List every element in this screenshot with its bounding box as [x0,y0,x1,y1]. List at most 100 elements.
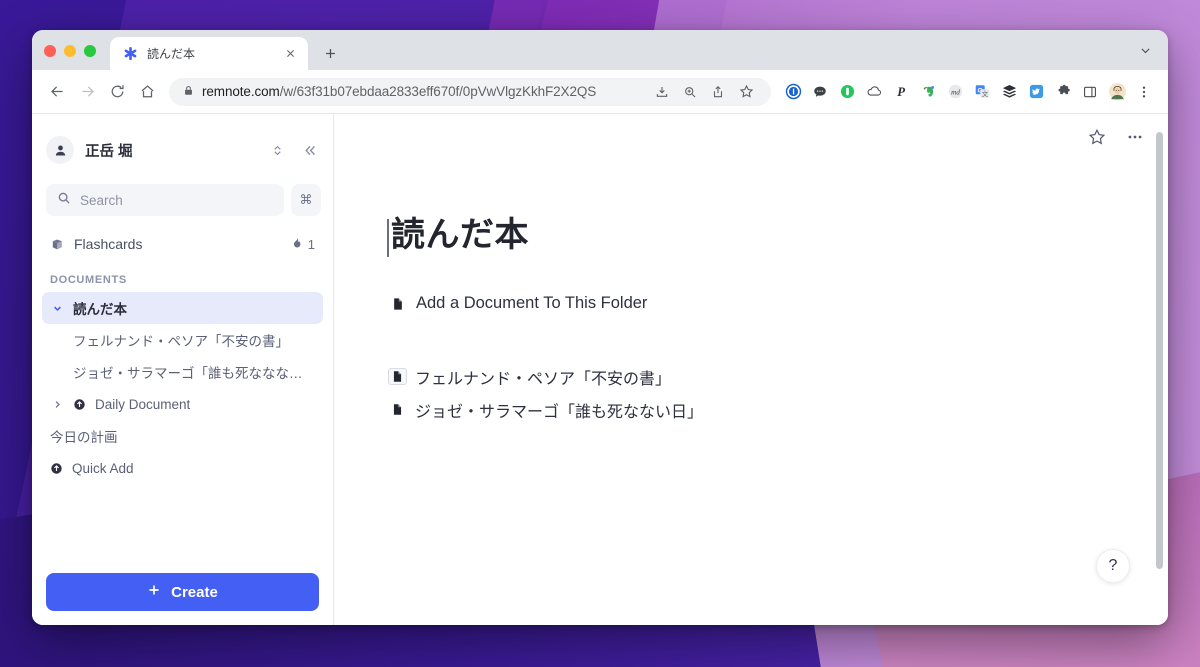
sidebar: 正岳 堀 Search ⌘ Flashcards 1 DOCUMENTS 読んだ… [32,114,334,625]
close-window-button[interactable] [44,45,56,57]
sidebar-item-label: ジョゼ・サラマーゴ「誰も死ななない… [73,366,315,381]
circle-arrow-up-icon [73,398,86,411]
create-button-label: Create [171,583,218,601]
document-icon[interactable] [388,368,407,386]
more-horizontal-icon[interactable] [1124,126,1146,148]
text-cursor [387,219,389,257]
cloud-icon[interactable] [861,79,887,105]
paypal-icon[interactable]: P [888,79,914,105]
share-icon[interactable] [705,79,731,105]
evernote-icon[interactable] [915,79,941,105]
page-title-text: 読んだ本 [391,216,529,254]
tab-title: 読んだ本 [147,47,196,61]
flashcards-icon [50,237,65,252]
chevron-down-icon[interactable] [50,303,64,314]
add-document-row[interactable]: Add a Document To This Folder [391,289,1168,318]
url-domain: remnote.com [202,84,280,99]
address-bar[interactable]: remnote.com/w/63f31b07ebdaa2833eff670f/0… [169,77,771,106]
reload-icon[interactable] [103,78,131,106]
sidebar-search-row: ⌘ [32,170,333,216]
side-panel-icon[interactable] [1077,79,1103,105]
markdown-icon[interactable]: md [942,79,968,105]
zoom-icon[interactable] [677,79,703,105]
document-list-item-label: フェルナンド・ペソア「不安の書」 [415,370,672,388]
circle-arrow-up-icon [50,462,63,475]
help-button[interactable]: ? [1096,549,1130,583]
sidebar-item-label: Daily Document [95,396,191,412]
omnibox-actions [649,79,759,105]
forward-arrow-icon[interactable] [73,78,101,106]
vertical-scrollbar[interactable] [1156,132,1163,569]
search-shortcut-badge[interactable]: ⌘ [291,184,321,216]
sidebar-item-flashcards[interactable]: Flashcards 1 [42,228,323,260]
sidebar-item-pessoa[interactable]: フェルナンド・ペソア「不安の書」 [42,324,323,356]
chat-bubble-icon[interactable] [807,79,833,105]
maximize-window-button[interactable] [84,45,96,57]
flashcards-label: Flashcards [74,236,143,252]
flashcards-streak-count: 1 [307,236,315,252]
tab-strip: 読んだ本 [32,30,1168,70]
back-arrow-icon[interactable] [43,78,71,106]
google-translate-icon[interactable]: G 文 [969,79,995,105]
sidebar-nav: Flashcards 1 DOCUMENTS 読んだ本 フェルナンド・ペソア「不… [32,216,333,563]
svg-text:P: P [897,85,905,99]
bird-icon[interactable] [1023,79,1049,105]
minimize-window-button[interactable] [64,45,76,57]
remnote-favicon-icon [123,46,138,61]
sidebar-item-label: フェルナンド・ペソア「不安の書」 [73,334,289,349]
browser-tab[interactable]: 読んだ本 [110,37,308,70]
collapse-left-icon[interactable] [299,139,321,161]
search-field[interactable] [80,192,273,208]
flame-icon [291,237,303,252]
tab-list-chevron-down-icon[interactable] [1139,44,1152,62]
window-controls [44,45,96,70]
sidebar-section-documents: DOCUMENTS [50,274,127,286]
green-shield-icon[interactable] [834,79,860,105]
install-icon[interactable] [649,79,675,105]
document-list-item-label: ジョゼ・サラマーゴ「誰も死なない日」 [415,403,704,421]
document-pane: 読んだ本 Add a Document To This Folder フェルナン… [334,114,1168,625]
home-icon[interactable] [133,78,161,106]
bookmark-star-icon[interactable] [733,79,759,105]
sidebar-item-label: 読んだ本 [73,302,127,317]
tab-close-icon[interactable] [282,46,298,62]
sidebar-item-label: 今日の計画 [50,430,118,445]
create-button[interactable]: Create [46,573,319,611]
person-icon [46,136,74,164]
flashcards-streak: 1 [291,237,315,252]
document-list-item[interactable]: フェルナンド・ペソア「不安の書」 [388,362,1168,391]
sidebar-item-yondahon[interactable]: 読んだ本 [42,292,323,324]
search-input[interactable] [46,184,284,216]
chevron-right-icon[interactable] [50,399,64,410]
remnote-app: 正岳 堀 Search ⌘ Flashcards 1 DOCUMENTS 読んだ… [32,114,1168,625]
up-down-chevron-icon[interactable] [266,139,288,161]
browser-window: 読んだ本 remnote.com/w/63f31b07ebdaa2833eff6… [32,30,1168,625]
document-list-item[interactable]: ジョゼ・サラマーゴ「誰も死なない日」 [391,395,1168,424]
browser-toolbar: remnote.com/w/63f31b07ebdaa2833eff670f/0… [32,70,1168,114]
sidebar-user-row[interactable]: 正岳 堀 [32,114,333,170]
search-icon [57,191,71,210]
sidebar-username: 正岳 堀 [85,143,133,160]
extension-icons: P md G 文 [780,79,1157,105]
star-outline-icon[interactable] [1086,126,1108,148]
puzzle-extensions-icon[interactable] [1050,79,1076,105]
document-icon[interactable] [391,403,404,416]
document-icon [391,297,405,311]
address-bar-url: remnote.com/w/63f31b07ebdaa2833eff670f/0… [202,84,596,99]
sidebar-footer: Create [32,563,333,625]
sidebar-item-saramago[interactable]: ジョゼ・サラマーゴ「誰も死ななない… [42,356,323,388]
sidebar-item-label: Quick Add [72,460,134,476]
kebab-menu-icon[interactable] [1131,79,1157,105]
document-body: 読んだ本 Add a Document To This Folder フェルナン… [334,114,1168,424]
sidebar-item-daily-document[interactable]: Daily Document [42,388,323,420]
layers-icon[interactable] [996,79,1022,105]
profile-avatar-icon[interactable] [1104,79,1130,105]
plus-icon [147,583,161,601]
sidebar-item-quick-add[interactable]: Quick Add [42,452,323,484]
onepassword-icon[interactable] [780,79,806,105]
page-title[interactable]: 読んだ本 [387,216,529,257]
sidebar-item-kyou-no-keikaku[interactable]: 今日の計画 [42,420,323,452]
new-tab-button[interactable] [316,39,344,67]
svg-text:文: 文 [981,89,988,98]
url-path: /w/63f31b07ebdaa2833eff670f/0pVwVlgzKkhF… [279,84,597,99]
